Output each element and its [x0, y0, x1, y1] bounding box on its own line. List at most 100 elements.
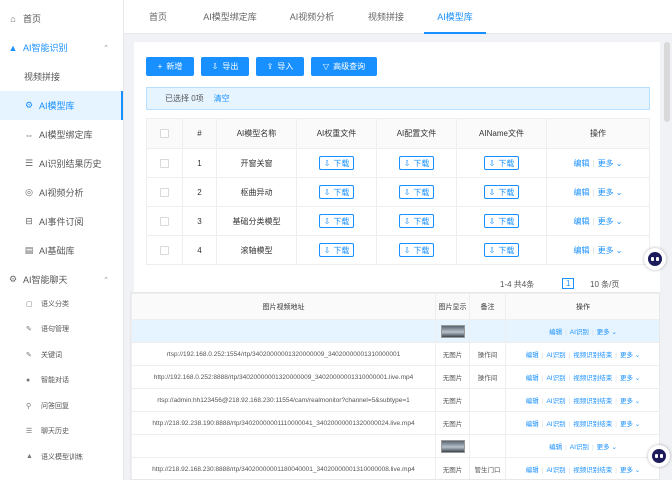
edit-link[interactable]: 编辑: [526, 398, 539, 405]
stop-recognition-link[interactable]: 视频识别结束: [573, 398, 612, 405]
tab-ai-video-analysis[interactable]: AI视频分析: [284, 0, 340, 34]
ai-recognize-link[interactable]: AI识别: [570, 444, 589, 451]
tab-video-stitch[interactable]: 视频拼接: [362, 0, 410, 34]
ai-recognize-link[interactable]: AI识别: [546, 352, 565, 359]
sidebar-item-ai-history[interactable]: ☰ AI识别结果历史: [0, 149, 123, 178]
more-link[interactable]: 更多 ⌄: [620, 421, 640, 428]
edit-link[interactable]: 编辑: [573, 188, 589, 197]
select-all-checkbox[interactable]: [160, 129, 169, 139]
ai-recognize-link[interactable]: AI识别: [546, 421, 565, 428]
sidebar-item-ai-base-lib[interactable]: ▤ AI基础库: [0, 236, 123, 265]
more-link[interactable]: 更多 ⌄: [620, 375, 640, 382]
download-icon: ⇩: [488, 187, 496, 197]
add-button[interactable]: + 新增: [146, 57, 194, 76]
sidebar-item-ai-recognition[interactable]: ▲ AI智能识别 ⌃: [0, 33, 123, 62]
row-num: 3: [182, 206, 217, 236]
more-link[interactable]: 更多 ⌄: [598, 246, 623, 255]
row-checkbox[interactable]: [160, 158, 169, 168]
edit-link[interactable]: 编辑: [549, 329, 562, 336]
download-weight-button[interactable]: ⇩ 下载: [318, 185, 355, 199]
sidebar-item-qa-reply[interactable]: ⚲ 问答回复: [0, 393, 112, 419]
action-separator: |: [568, 352, 571, 359]
edit-link[interactable]: 编辑: [573, 246, 589, 255]
download-label: 下载: [333, 245, 350, 255]
tab-ai-model-bind[interactable]: AI模型绑定库: [198, 0, 262, 34]
row-checkbox[interactable]: [160, 187, 169, 197]
row-checkbox[interactable]: [160, 216, 169, 226]
sidebar-item-label: AI视频分析: [39, 188, 84, 198]
sidebar-item-home[interactable]: ⌂ 首页: [0, 4, 123, 33]
stop-recognition-link[interactable]: 视频识别结束: [573, 421, 612, 428]
more-link[interactable]: 更多 ⌄: [620, 398, 640, 405]
download-icon: ⇩: [403, 158, 411, 168]
action-separator: |: [568, 467, 571, 474]
ai-recognize-link[interactable]: AI识别: [546, 398, 565, 405]
advanced-query-button[interactable]: ▽ 高级查询: [311, 57, 377, 76]
edit-link[interactable]: 编辑: [549, 444, 562, 451]
clear-selection-link[interactable]: 清空: [214, 93, 230, 104]
more-link[interactable]: 更多 ⌄: [597, 444, 617, 451]
more-link[interactable]: 更多 ⌄: [620, 352, 640, 359]
edit-link[interactable]: 编辑: [573, 217, 589, 226]
sidebar-item-keyword[interactable]: ✎ 关键词: [0, 342, 112, 368]
export-icon: ⇩: [211, 62, 219, 71]
edit-link[interactable]: 编辑: [526, 467, 539, 474]
actions-cell: 编辑 | 更多 ⌄: [546, 148, 650, 178]
sidebar-item-semantic-category[interactable]: ▢ 语义分类: [0, 291, 112, 317]
sidebar-item-ai-model-lib[interactable]: ⚙ AI模型库: [0, 91, 123, 120]
scrollbar[interactable]: [664, 42, 670, 122]
sidebar-item-ai-video-analysis[interactable]: ◎ AI视频分析: [0, 178, 123, 207]
sidebar-item-smart-dialog[interactable]: ● 智能对话: [0, 368, 112, 394]
chat-icon: ●: [26, 376, 31, 384]
edit-link[interactable]: 编辑: [573, 159, 589, 168]
more-link[interactable]: 更多 ⌄: [598, 188, 623, 197]
download-weight-button[interactable]: ⇩ 下载: [318, 156, 355, 170]
sidebar-item-ai-model-bind[interactable]: ⇔ AI模型绑定库: [0, 120, 123, 149]
download-config-button[interactable]: ⇩ 下载: [398, 214, 435, 228]
download-ainame-button[interactable]: ⇩ 下载: [483, 214, 520, 228]
download-ainame-button[interactable]: ⇩ 下载: [483, 185, 520, 199]
row-checkbox[interactable]: [160, 245, 169, 255]
sidebar-item-chat-history[interactable]: ☰ 聊天历史: [0, 419, 112, 445]
download-weight-button[interactable]: ⇩ 下载: [318, 214, 355, 228]
pagination-page[interactable]: 1: [562, 278, 575, 289]
import-button[interactable]: ⇪ 导入: [256, 57, 304, 76]
download-icon: ⇩: [323, 187, 331, 197]
download-label: 下载: [498, 245, 515, 255]
ai-recognize-link[interactable]: AI识别: [546, 375, 565, 382]
assistant-float-button[interactable]: [644, 248, 666, 270]
table-row: 编辑 | AI识别 | 更多 ⌄: [131, 319, 659, 343]
page-size-select[interactable]: 10 条/页: [590, 279, 619, 290]
sidebar-item-ai-chat[interactable]: ⚙ AI智能聊天 ⌃: [0, 265, 123, 294]
download-ainame-button[interactable]: ⇩ 下载: [483, 243, 520, 257]
sidebar-item-sentence-manage[interactable]: ✎ 语句管理: [0, 317, 112, 343]
stop-recognition-link[interactable]: 视频识别结束: [573, 467, 612, 474]
ai-recognize-link[interactable]: AI识别: [570, 329, 589, 336]
more-link[interactable]: 更多 ⌄: [620, 467, 640, 474]
sidebar-item-semantic-training[interactable]: ▲ 语义模型训练: [0, 444, 112, 470]
download-config-button[interactable]: ⇩ 下载: [398, 243, 435, 257]
ai-recognize-link[interactable]: AI识别: [546, 467, 565, 474]
export-button[interactable]: ⇩ 导出: [201, 57, 249, 76]
stop-recognition-link[interactable]: 视频识别结束: [573, 352, 612, 359]
sidebar-item-ai-event-subscribe[interactable]: ⊟ AI事件订阅: [0, 207, 123, 236]
assistant-float-button[interactable]: [648, 445, 670, 467]
sidebar-item-video-stitch[interactable]: 视频拼接: [0, 62, 123, 91]
more-link[interactable]: 更多 ⌄: [597, 329, 617, 336]
edit-link[interactable]: 编辑: [526, 352, 539, 359]
download-config-button[interactable]: ⇩ 下载: [398, 185, 435, 199]
stop-recognition-link[interactable]: 视频识别结束: [573, 375, 612, 382]
edit-link[interactable]: 编辑: [526, 421, 539, 428]
tab-ai-model-lib[interactable]: AI模型库: [424, 0, 486, 34]
action-separator: |: [568, 375, 571, 382]
tab-home[interactable]: 首页: [140, 0, 176, 34]
download-ainame-button[interactable]: ⇩ 下载: [483, 156, 520, 170]
row-model-name: 枢曲异动: [216, 177, 297, 207]
more-link[interactable]: 更多 ⌄: [598, 159, 623, 168]
more-link[interactable]: 更多 ⌄: [598, 217, 623, 226]
download-weight-button[interactable]: ⇩ 下载: [318, 243, 355, 257]
download-icon: ⇩: [323, 158, 331, 168]
edit-link[interactable]: 编辑: [526, 375, 539, 382]
download-config-button[interactable]: ⇩ 下载: [398, 156, 435, 170]
download-label: 下载: [413, 216, 430, 226]
